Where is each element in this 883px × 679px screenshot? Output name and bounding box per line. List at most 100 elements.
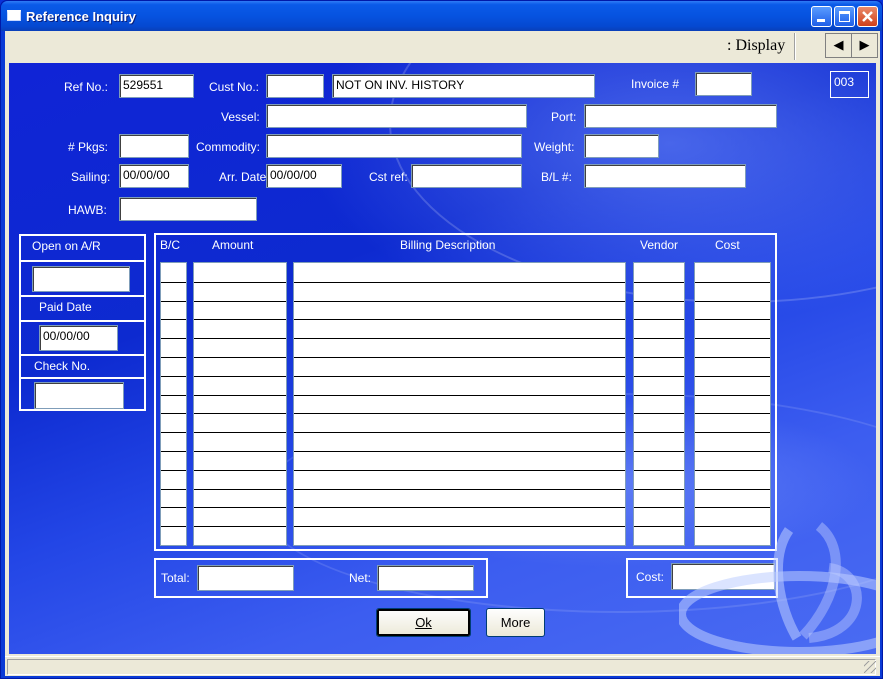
open-ar-field[interactable] [32,266,130,292]
grid-row-divider [194,451,286,452]
status-bar-panel [7,659,876,675]
check-no-label: Check No. [34,359,91,373]
weight-field[interactable] [584,134,659,158]
scroll-left-button[interactable]: ◀ [825,33,852,58]
cost-column[interactable] [694,262,771,546]
paid-date-field[interactable]: 00/00/00 [39,325,118,351]
ok-button[interactable]: Ok [376,608,471,637]
display-menu[interactable]: : Display [727,37,785,55]
column-header-billing-description: Billing Description [400,238,496,252]
grid-row-divider [695,282,770,283]
grid-row-divider [161,470,186,471]
column-header-cost: Cost [715,238,740,252]
grid-row-divider [695,357,770,358]
grid-row-divider [634,338,684,339]
grid-row-divider [161,489,186,490]
grid-row-divider [194,507,286,508]
grid-row-divider [634,489,684,490]
window-title: Reference Inquiry [26,9,136,24]
grid-row-divider [161,357,186,358]
grid-row-divider [634,357,684,358]
grid-row-divider [194,338,286,339]
grid-row-divider [194,376,286,377]
title-bar[interactable]: Reference Inquiry [1,1,882,31]
grid-row-divider [634,507,684,508]
company-logo-icon [679,522,876,654]
grid-row-divider [634,395,684,396]
arrow-right-icon: ▶ [859,37,870,52]
grid-row-divider [194,413,286,414]
grid-row-divider [161,432,186,433]
pkgs-label: # Pkgs: [68,140,109,154]
more-button[interactable]: More [486,608,545,637]
sailing-label: Sailing: [71,170,111,184]
weight-label: Weight: [534,140,575,154]
customer-name-field[interactable]: NOT ON INV. HISTORY [332,74,595,98]
scroll-right-button[interactable]: ▶ [851,33,878,58]
grid-row-divider [294,376,625,377]
grid-row-divider [634,451,684,452]
cust-no-field[interactable] [266,74,324,98]
bl-field[interactable] [584,164,746,188]
hawb-field[interactable] [119,197,257,221]
grid-row-divider [634,319,684,320]
code-field[interactable]: 003 [830,71,869,98]
vessel-label: Vessel: [221,110,260,124]
grid-row-divider [695,301,770,302]
grid-row-divider [161,376,186,377]
maximize-icon [839,11,850,22]
grid-row-divider [634,282,684,283]
grid-row-divider [161,451,186,452]
maximize-button[interactable] [834,6,855,27]
pkgs-field[interactable] [119,134,189,158]
net-label: Net: [349,571,372,585]
grid-row-divider [294,432,625,433]
port-field[interactable] [584,104,777,128]
grid-row-divider [294,526,625,527]
grid-row-divider [161,413,186,414]
toolbar: : Display ◀ ▶ [5,31,880,61]
grid-row-divider [194,301,286,302]
port-label: Port: [551,110,577,124]
invoice-field[interactable] [695,72,752,96]
commodity-field[interactable] [266,134,522,158]
grid-row-divider [294,470,625,471]
grid-row-divider [634,376,684,377]
billing-description-column[interactable] [293,262,626,546]
grid-row-divider [194,357,286,358]
grid-row-divider [294,319,625,320]
grid-row-divider [695,319,770,320]
vessel-field[interactable] [266,104,527,128]
sailing-date-field[interactable]: 00/00/00 [119,164,189,188]
amount-column[interactable] [193,262,287,546]
column-header-amount: Amount [212,238,254,252]
arr-date-field[interactable]: 00/00/00 [266,164,342,188]
minimize-button[interactable] [811,6,832,27]
grid-row-divider [634,470,684,471]
cst-ref-field[interactable] [411,164,522,188]
check-no-cell [21,379,144,409]
grid-row-divider [194,489,286,490]
net-field[interactable] [377,565,474,591]
billing-grid: B/C Amount Billing Description Vendor Co… [154,233,777,551]
total-field[interactable] [197,565,294,591]
ref-no-field[interactable]: 529551 [119,74,194,98]
grid-row-divider [695,395,770,396]
totals-box: Total: Net: [154,558,488,598]
grid-row-divider [194,526,286,527]
toolbar-separator [794,33,796,60]
payment-status-box: Open on A/R Paid Date 00/00/00 Check No. [19,234,146,411]
resize-grip-icon[interactable] [864,661,876,673]
check-no-field[interactable] [34,382,124,409]
grid-row-divider [294,451,625,452]
grid-row-divider [294,301,625,302]
grid-row-divider [194,282,286,283]
cost-label: Cost: [636,570,665,584]
grid-row-divider [294,413,625,414]
grid-row-divider [161,507,186,508]
grid-row-divider [294,489,625,490]
bc-column[interactable] [160,262,187,546]
cst-ref-label: Cst ref: [369,170,408,184]
close-button[interactable] [857,6,878,27]
vendor-column[interactable] [633,262,685,546]
